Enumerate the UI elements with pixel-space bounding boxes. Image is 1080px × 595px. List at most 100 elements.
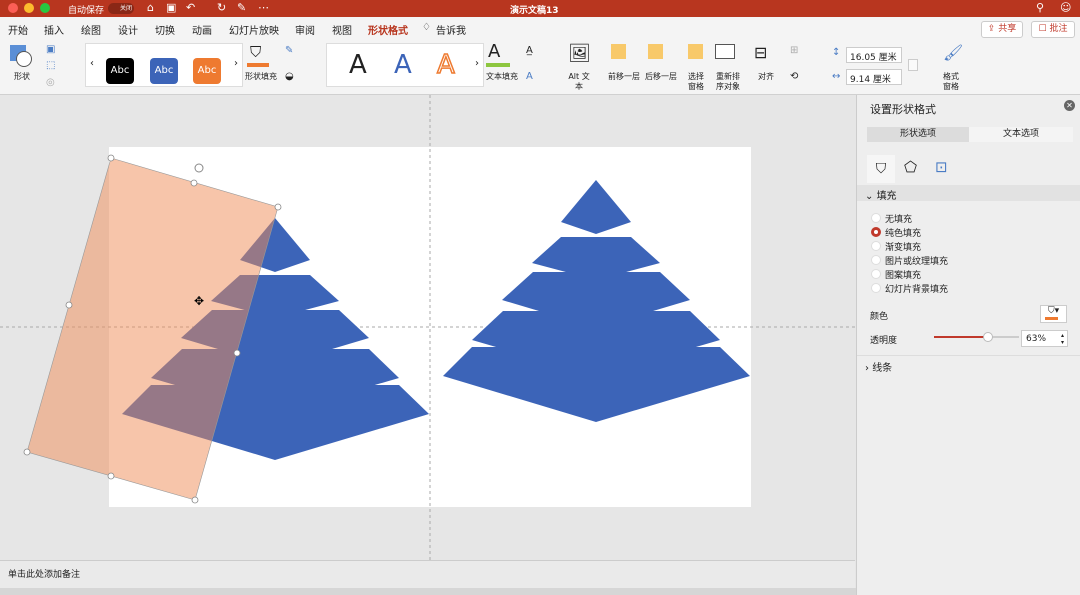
edit-shape-icon[interactable]: ⬚ bbox=[46, 60, 55, 71]
fill-section-header[interactable]: ⌄ 填充 bbox=[857, 185, 1080, 202]
alt-text-button[interactable]: Alt 文本 bbox=[568, 72, 590, 92]
search-icon[interactable]: ⚲ bbox=[1036, 1, 1044, 14]
align-button[interactable]: 对齐 bbox=[758, 72, 774, 82]
edit-icon[interactable]: ✎ bbox=[237, 1, 246, 14]
comment-icon: ☐ bbox=[1038, 24, 1050, 34]
lock-aspect-ratio-toggle[interactable] bbox=[908, 59, 918, 71]
chevron-down-icon: ⌄ bbox=[865, 191, 877, 202]
pyramid-tier-5 bbox=[443, 347, 750, 422]
title-bar: 自动保存 关闭 ⌂ ▣ ↶ ↻ ✎ ⋯ 演示文稿13 ⚲ ☺ bbox=[0, 0, 1080, 17]
radio-picture-fill[interactable] bbox=[871, 255, 881, 265]
bring-forward-button[interactable]: 前移一层 bbox=[608, 72, 640, 82]
radio-gradient-fill[interactable] bbox=[871, 241, 881, 251]
gallery-next-icon[interactable]: › bbox=[234, 58, 238, 69]
wordart-blue[interactable]: A bbox=[394, 50, 412, 80]
radio-solid-fill[interactable] bbox=[871, 227, 881, 237]
solid-fill-label: 纯色填充 bbox=[885, 229, 922, 239]
tab-review[interactable]: 审阅 bbox=[295, 22, 315, 37]
zoom-window-button[interactable] bbox=[40, 3, 50, 13]
ribbon-tabs: 开始 插入 绘图 设计 切换 动画 幻灯片放映 审阅 视图 形状格式 ♢ 告诉我… bbox=[0, 17, 1080, 41]
text-effects-icon[interactable]: A bbox=[526, 71, 533, 82]
wordart-next-icon[interactable]: › bbox=[475, 58, 479, 69]
notes-placeholder: 单击此处添加备注 bbox=[8, 570, 81, 580]
rotate-handle-icon[interactable] bbox=[194, 163, 204, 173]
paint-bucket-icon: ⛉▾ bbox=[1047, 306, 1060, 316]
notes-pane[interactable]: 单击此处添加备注 bbox=[0, 560, 855, 588]
tab-insert[interactable]: 插入 bbox=[44, 22, 64, 37]
style-blue[interactable]: Abc bbox=[150, 58, 178, 84]
height-icon: ↕ bbox=[832, 47, 841, 58]
text-box-icon[interactable]: ▣ bbox=[46, 44, 55, 55]
shape-width-input[interactable]: 9.14 厘米 bbox=[846, 69, 902, 85]
style-orange[interactable]: Abc bbox=[193, 58, 221, 84]
wordart-orange[interactable]: A bbox=[436, 49, 455, 81]
redo-icon[interactable]: ↻ bbox=[217, 1, 226, 14]
text-fill-color-bar bbox=[486, 63, 510, 67]
ribbon: 形状 ▣ ⬚ ◎ ‹ Abc Abc Abc › ⛉ 形状填充 ✎ ◒ A A … bbox=[0, 39, 1080, 95]
undo-icon[interactable]: ↶ bbox=[186, 1, 195, 14]
fill-line-icon[interactable]: ⛉ bbox=[867, 155, 895, 183]
radio-pattern-fill[interactable] bbox=[871, 269, 881, 279]
pyramid-right[interactable] bbox=[443, 180, 750, 422]
tab-slideshow[interactable]: 幻灯片放映 bbox=[229, 22, 279, 37]
effects-pentagon-icon[interactable]: ⬠ bbox=[904, 158, 917, 176]
color-picker-button[interactable]: ⛉▾ bbox=[1040, 305, 1067, 323]
send-backward-button[interactable]: 后移一层 bbox=[645, 72, 677, 82]
width-value: 9.14 厘米 bbox=[850, 75, 891, 85]
tab-text-options[interactable]: 文本选项 bbox=[969, 127, 1073, 142]
reorder-objects-button[interactable]: 重新排序对象 bbox=[714, 72, 742, 92]
radio-background-fill[interactable] bbox=[871, 283, 881, 293]
slide-content: ✥ bbox=[0, 95, 855, 560]
merge-shapes-icon[interactable]: ◎ bbox=[46, 77, 55, 88]
selection-pane-icon bbox=[688, 44, 703, 59]
insert-shape-button[interactable] bbox=[16, 51, 32, 67]
line-section-label: 线条 bbox=[872, 363, 893, 374]
paint-bucket-icon[interactable]: ⛉ bbox=[250, 43, 261, 61]
text-fill-icon[interactable]: A bbox=[488, 41, 500, 62]
minimize-window-button[interactable] bbox=[24, 3, 34, 13]
tell-me-search[interactable]: 告诉我 bbox=[436, 22, 466, 37]
transparency-slider[interactable] bbox=[934, 332, 1019, 342]
bring-forward-icon bbox=[611, 44, 626, 59]
tab-animations[interactable]: 动画 bbox=[192, 22, 212, 37]
radio-no-fill[interactable] bbox=[871, 213, 881, 223]
slider-thumb[interactable] bbox=[982, 332, 993, 342]
transparency-input[interactable]: 63% ▴ ▾ bbox=[1021, 330, 1068, 347]
tab-draw[interactable]: 绘图 bbox=[81, 22, 101, 37]
tab-design[interactable]: 设计 bbox=[118, 22, 138, 37]
text-outline-icon[interactable]: A̲ bbox=[526, 45, 533, 56]
tab-view[interactable]: 视图 bbox=[332, 22, 352, 37]
style-black[interactable]: Abc bbox=[106, 58, 134, 84]
shape-outline-icon[interactable]: ✎ bbox=[285, 45, 293, 56]
stepper-icon[interactable]: ▴ ▾ bbox=[1061, 332, 1064, 346]
shape-height-input[interactable]: 16.05 厘米 bbox=[846, 47, 902, 63]
group-icon[interactable]: ⊞ bbox=[790, 45, 798, 56]
tab-shape-options[interactable]: 形状选项 bbox=[867, 127, 969, 142]
wordart-black[interactable]: A bbox=[349, 50, 367, 80]
home-icon[interactable]: ⌂ bbox=[147, 1, 154, 14]
format-pane-button[interactable]: 格式窗格 bbox=[942, 72, 960, 92]
shape-effects-icon[interactable]: ◒ bbox=[285, 71, 294, 82]
autosave-toggle[interactable]: 关闭 bbox=[108, 3, 134, 14]
selection-pane-button[interactable]: 选择窗格 bbox=[685, 72, 707, 92]
comments-button[interactable]: ☐ 批注 bbox=[1031, 21, 1075, 38]
more-icon[interactable]: ⋯ bbox=[258, 1, 269, 14]
pane-title: 设置形状格式 bbox=[870, 103, 936, 116]
fill-color-bar bbox=[247, 63, 269, 67]
share-button[interactable]: ⇪ 共享 bbox=[981, 21, 1023, 38]
slider-fill bbox=[934, 336, 988, 338]
text-fill-label[interactable]: 文本填充 bbox=[486, 72, 518, 82]
save-icon[interactable]: ▣ bbox=[166, 1, 176, 14]
close-pane-icon[interactable]: ✕ bbox=[1064, 100, 1075, 111]
alt-text-icon: 🖼 bbox=[568, 43, 591, 64]
width-icon: ↔ bbox=[832, 71, 841, 82]
shape-fill-label[interactable]: 形状填充 bbox=[245, 72, 277, 82]
rotate-icon[interactable]: ⟲ bbox=[790, 71, 798, 82]
tab-home[interactable]: 开始 bbox=[8, 22, 28, 37]
close-window-button[interactable] bbox=[8, 3, 18, 13]
tab-transitions[interactable]: 切换 bbox=[155, 22, 175, 37]
line-section-header[interactable]: › 线条 bbox=[857, 355, 1080, 374]
size-properties-icon[interactable]: ⊡ bbox=[935, 158, 948, 176]
account-icon[interactable]: ☺ bbox=[1060, 1, 1071, 14]
gallery-prev-icon[interactable]: ‹ bbox=[90, 58, 94, 69]
